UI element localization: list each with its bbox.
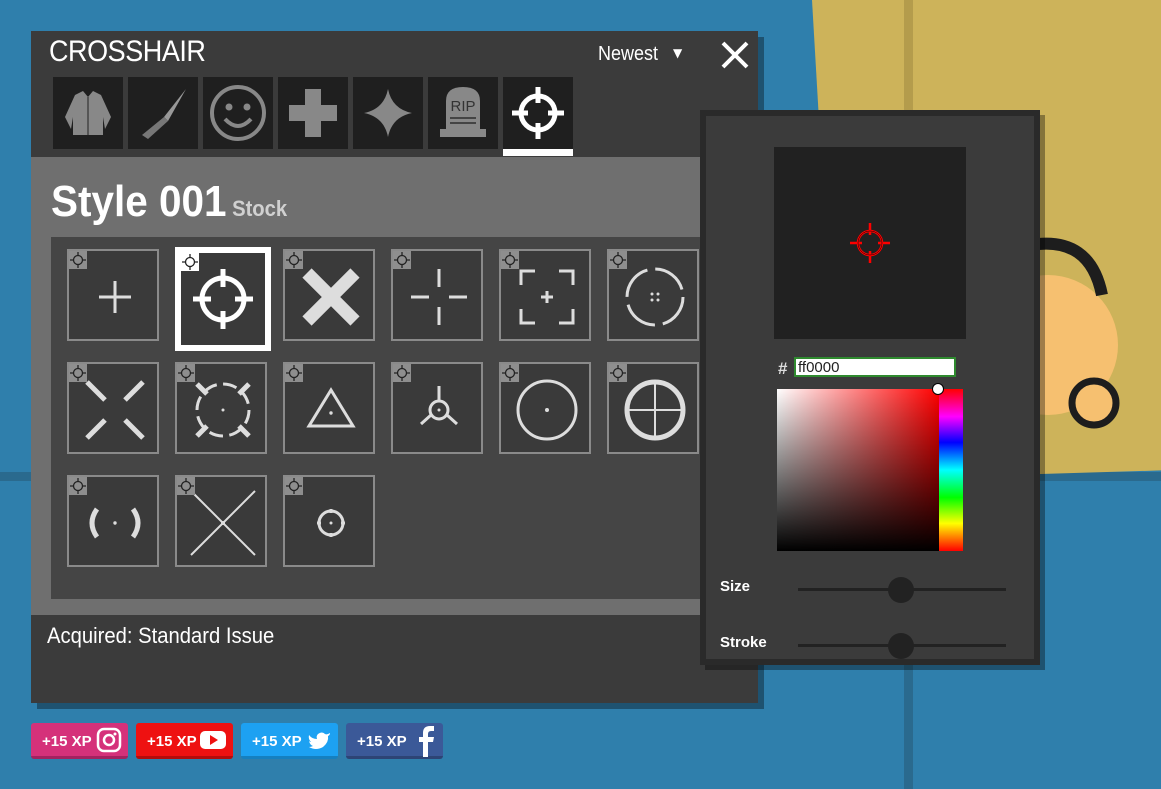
style-tag: Stock [232,196,288,221]
twitter-xp-button[interactable]: +15 XP [241,723,338,759]
xp-label: +15 XP [147,733,197,750]
crosshair-item[interactable] [175,475,267,567]
xp-label: +15 XP [42,733,92,750]
dropdown-arrow-icon[interactable]: ▼ [673,46,682,60]
crosshair-grid [51,237,758,599]
preview-crosshair-icon [850,223,890,263]
tab-emote[interactable] [203,77,273,149]
hash-label: # [778,359,788,378]
crosshair-badge-icon [393,251,411,269]
crosshair-item[interactable] [499,249,591,341]
crosshair-badge-icon [177,364,195,382]
tab-deathmarker[interactable]: RIP [428,77,498,149]
style-name: Style 001 [51,177,227,226]
stroke-slider-knob[interactable] [888,633,914,659]
saturation-value-area[interactable] [777,389,939,551]
crosshair-badge-icon [285,251,303,269]
crosshair-item[interactable] [391,249,483,341]
close-icon[interactable] [719,39,751,71]
crosshair-badge-icon [609,364,627,382]
crosshair-item[interactable] [607,249,699,341]
crosshair-window: CROSSHAIR Newest ▼ RIP Style 001 Stock A… [31,31,758,703]
crosshair-item[interactable] [283,362,375,454]
sparkle-icon [364,89,412,137]
sort-dropdown[interactable]: Newest [598,43,658,66]
crosshair-item[interactable] [67,249,159,341]
color-picker-panel: # Size Stroke [700,110,1040,665]
crosshair-icon [512,87,564,139]
crosshair-content: Style 001 Stock [31,157,758,615]
youtube-icon [200,731,226,749]
crosshair-badge-icon [181,253,199,271]
crosshair-badge-icon [69,364,87,382]
emote-icon [210,85,266,141]
tab-crosshair[interactable] [503,77,573,156]
facebook-icon [419,726,434,757]
instagram-icon [96,727,122,753]
crosshair-badge-icon [393,364,411,382]
xp-label: +15 XP [357,733,407,750]
crosshair-badge-icon [285,364,303,382]
color-handle[interactable] [932,383,944,395]
crosshair-badge-icon [501,364,519,382]
size-label: Size [720,578,751,595]
crosshair-badge-icon [285,477,303,495]
crosshair-item[interactable] [391,362,483,454]
hex-color-input[interactable] [794,357,956,377]
crosshair-badge-icon [609,251,627,269]
rip-text: RIP [450,98,475,115]
outfit-icon [65,91,111,135]
instagram-xp-button[interactable]: +15 XP [31,723,128,759]
twitter-icon [308,732,330,749]
crosshair-badge-icon [501,251,519,269]
crosshair-preview [774,147,966,339]
hue-slider[interactable] [939,389,963,551]
crosshair-item[interactable] [607,362,699,454]
window-title: CROSSHAIR [49,35,206,68]
crosshair-item[interactable] [175,362,267,454]
heal-icon [289,89,337,137]
crosshair-item[interactable] [283,249,375,341]
crosshair-item-selected[interactable] [175,247,271,351]
deathmarker-icon: RIP [440,87,486,137]
crosshair-item[interactable] [67,475,159,567]
stroke-label: Stroke [720,634,767,651]
crosshair-item[interactable] [67,362,159,454]
crosshair-badge-icon [69,477,87,495]
selected-style: Style 001 Stock [51,177,287,227]
crosshair-item[interactable] [499,362,591,454]
knife-icon [142,89,186,139]
tab-heal[interactable] [278,77,348,149]
tab-particle[interactable] [353,77,423,149]
crosshair-badge-icon [69,251,87,269]
tab-melee[interactable] [128,77,198,149]
xp-label: +15 XP [252,733,302,750]
tab-outfit[interactable] [53,77,123,149]
facebook-xp-button[interactable]: +15 XP [346,723,443,759]
youtube-xp-button[interactable]: +15 XP [136,723,233,759]
acquired-text: Acquired: Standard Issue [47,623,275,648]
size-slider-knob[interactable] [888,577,914,603]
crosshair-badge-icon [177,477,195,495]
crosshair-item[interactable] [283,475,375,567]
